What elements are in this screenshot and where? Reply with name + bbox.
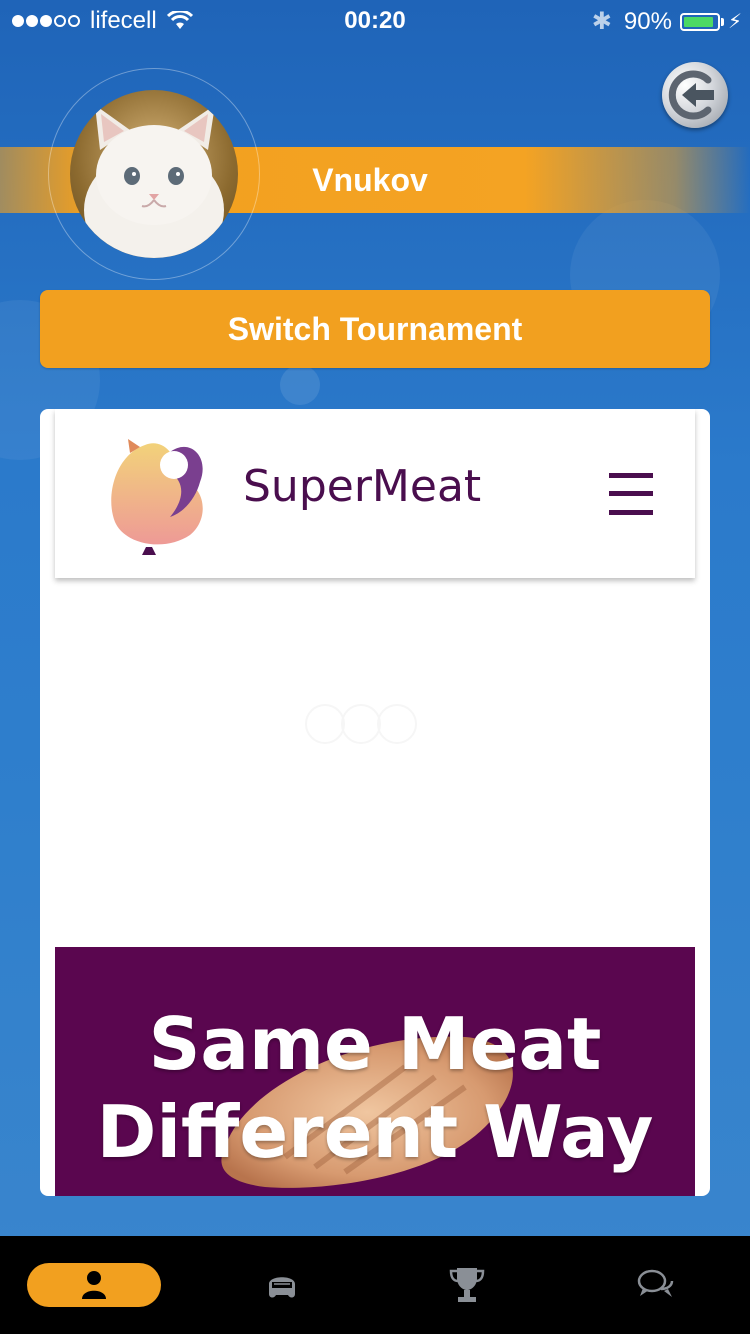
tab-leaderboard[interactable] <box>400 1263 534 1307</box>
chat-icon <box>637 1269 674 1297</box>
tab-profile[interactable] <box>27 1263 161 1307</box>
promo-banner[interactable]: Same Meat Different Way <box>55 947 695 1196</box>
helmet-icon <box>269 1277 295 1298</box>
avatar[interactable] <box>70 90 238 258</box>
bluetooth-icon: ✱ <box>591 8 612 35</box>
site-header: SuperMeat <box>55 409 695 578</box>
banner-headline-line1: Same Meat <box>148 1002 602 1086</box>
tab-bar <box>0 1236 750 1334</box>
tab-games[interactable] <box>215 1263 349 1307</box>
switch-tournament-button[interactable]: Switch Tournament <box>40 290 710 368</box>
status-bar: lifecell 00:20 ✱ 90% ⚡ <box>0 0 750 40</box>
user-icon <box>82 1271 106 1299</box>
loading-indicator <box>305 704 417 744</box>
status-right: ✱ 90% ⚡ <box>592 7 742 36</box>
user-name: Vnukov <box>312 162 428 198</box>
logout-arrow-icon <box>668 70 714 120</box>
trophy-icon <box>449 1268 485 1302</box>
web-content-card[interactable]: SuperMeat Same Meat Different Way <box>40 409 710 1196</box>
app-screen: lifecell 00:20 ✱ 90% ⚡ Vnukov Switch Tou… <box>0 0 750 1334</box>
logout-button[interactable] <box>662 62 728 128</box>
battery-percent: 90% <box>623 7 672 35</box>
cat-avatar-image <box>84 105 224 258</box>
tab-chat[interactable] <box>589 1263 723 1307</box>
supermeat-logo <box>111 439 203 555</box>
background-decoration <box>280 365 320 405</box>
banner-headline-line2: Different Way <box>96 1090 654 1174</box>
hamburger-menu-icon[interactable] <box>609 473 653 515</box>
site-title: SuperMeat <box>243 461 482 512</box>
battery-icon <box>679 12 724 31</box>
charging-icon: ⚡ <box>727 11 742 33</box>
